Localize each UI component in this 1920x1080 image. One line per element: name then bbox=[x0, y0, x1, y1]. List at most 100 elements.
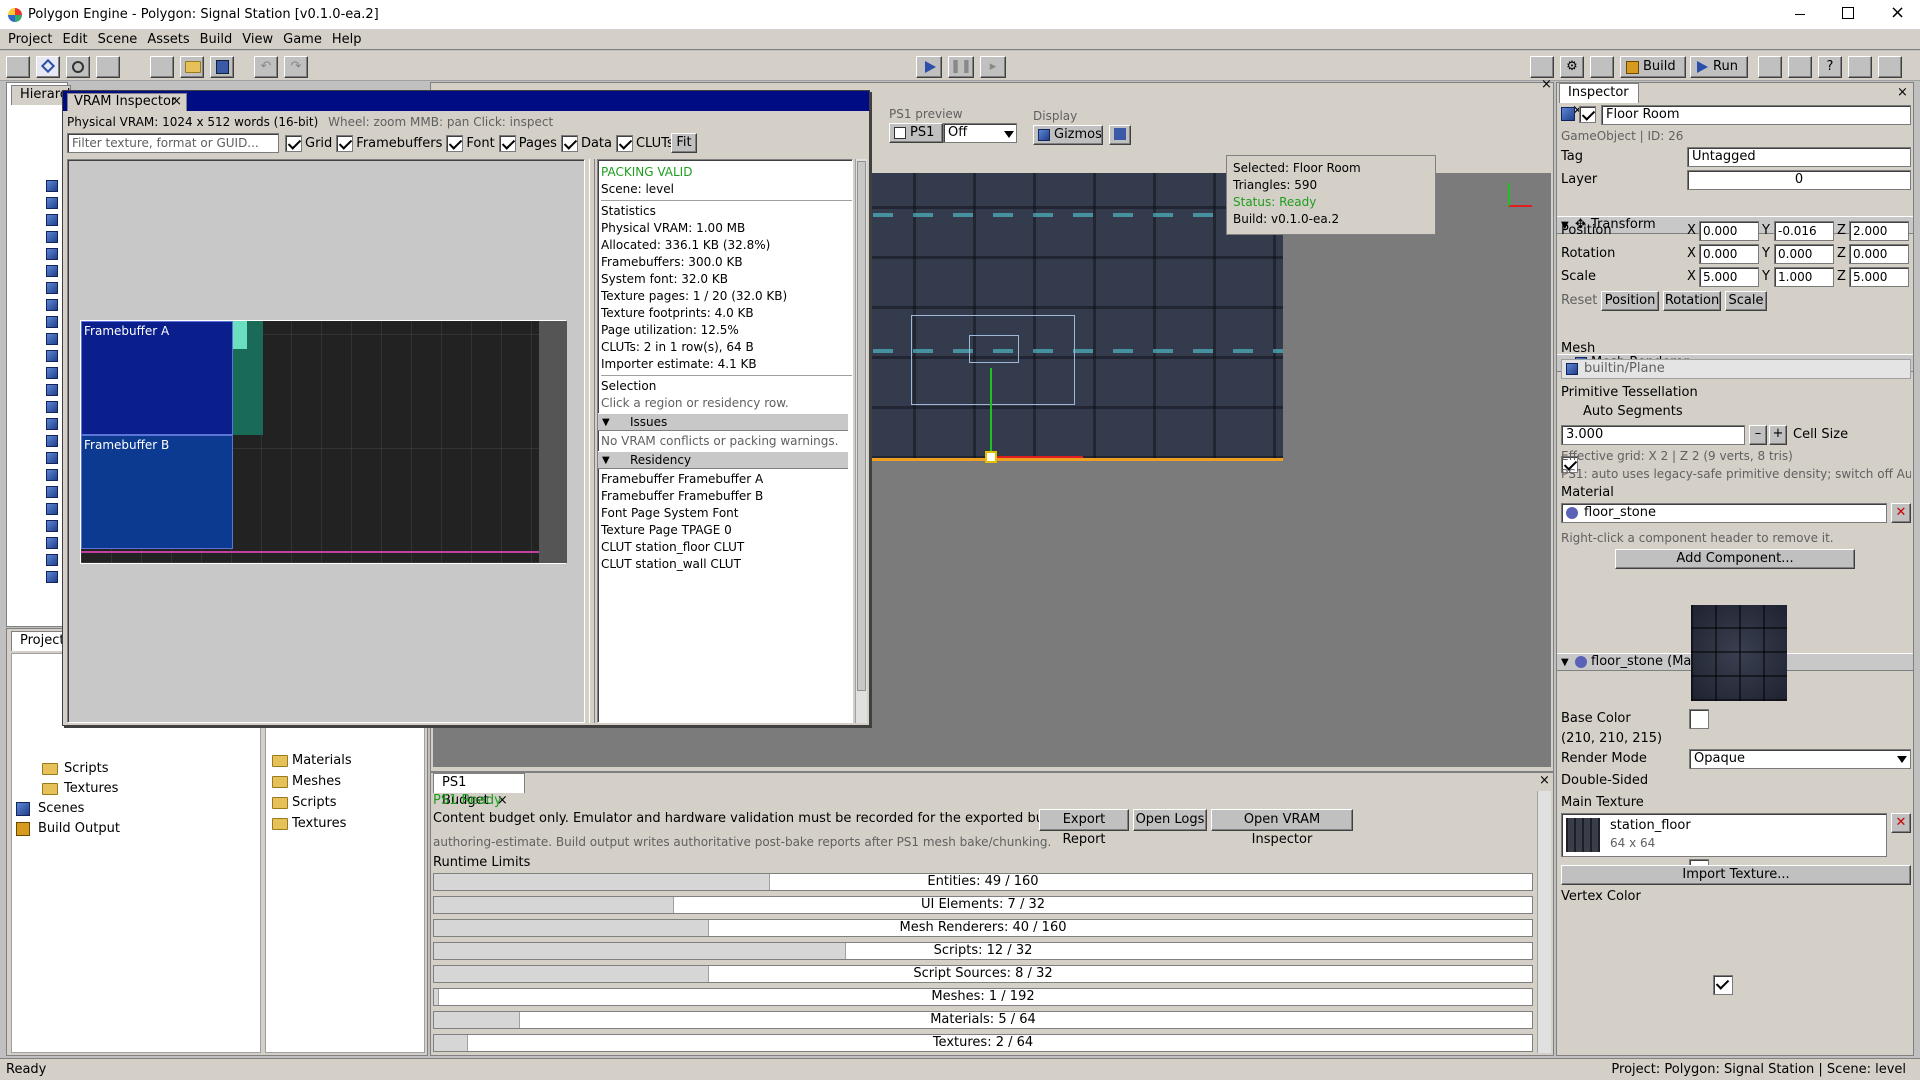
move-gizmo-x-axis[interactable] bbox=[993, 456, 1083, 458]
rotation-y-field[interactable]: 0.000 bbox=[1774, 244, 1834, 264]
project-tree-item-build-output[interactable]: Build Output bbox=[16, 820, 120, 838]
cell-size-input[interactable]: 3.000 bbox=[1561, 425, 1745, 445]
vram-toggle-grid[interactable]: Grid bbox=[285, 134, 332, 152]
vram-title-bar[interactable]: VRAM Inspector × bbox=[63, 91, 869, 111]
vram-toggle-data[interactable]: Data bbox=[560, 134, 612, 152]
scale-y-field[interactable]: 1.000 bbox=[1774, 267, 1834, 287]
project-tree-item-scenes[interactable]: Scenes bbox=[16, 800, 84, 818]
run-button[interactable]: Run bbox=[1690, 56, 1748, 78]
checkbox[interactable] bbox=[498, 134, 516, 152]
vertex-color-checkbox[interactable] bbox=[1713, 975, 1734, 995]
ps1-budget-tab[interactable]: PS1 Budget × bbox=[433, 773, 525, 808]
scale-tool-button[interactable] bbox=[96, 56, 120, 78]
hierarchy-object-icon[interactable] bbox=[46, 486, 58, 498]
render-mode-dropdown[interactable]: Opaque bbox=[1689, 749, 1911, 769]
rotation-z-field[interactable]: 0.000 bbox=[1849, 244, 1909, 264]
menu-item-edit[interactable]: Edit bbox=[62, 32, 87, 47]
position-x-field[interactable]: 0.000 bbox=[1699, 221, 1759, 241]
hierarchy-object-icon[interactable] bbox=[46, 248, 58, 260]
object-name-input[interactable]: Floor Room bbox=[1601, 105, 1911, 125]
base-color-swatch[interactable] bbox=[1689, 709, 1709, 729]
residency-header[interactable]: ▼ Residency bbox=[598, 451, 848, 469]
close-vram-icon[interactable]: × bbox=[171, 94, 182, 110]
hand-tool-button[interactable] bbox=[6, 56, 30, 78]
menu-item-help[interactable]: Help bbox=[332, 32, 362, 47]
menu-item-scene[interactable]: Scene bbox=[98, 32, 138, 47]
maximize-icon[interactable] bbox=[1842, 7, 1854, 19]
layout-button[interactable] bbox=[1878, 56, 1902, 78]
hierarchy-object-icon[interactable] bbox=[46, 231, 58, 243]
folder-item-textures[interactable]: Textures bbox=[272, 815, 346, 833]
vram-fit-button[interactable]: Fit bbox=[671, 133, 697, 153]
hierarchy-object-icon[interactable] bbox=[46, 350, 58, 362]
hierarchy-object-icon[interactable] bbox=[46, 299, 58, 311]
save-view-button[interactable] bbox=[1109, 125, 1131, 145]
step-button[interactable]: ▸ bbox=[980, 56, 1006, 78]
clut-row[interactable] bbox=[81, 551, 565, 553]
hierarchy-object-icon[interactable] bbox=[46, 520, 58, 532]
hierarchy-object-icon[interactable] bbox=[46, 554, 58, 566]
hierarchy-object-icon[interactable] bbox=[46, 384, 58, 396]
vram-canvas[interactable]: Framebuffer A Framebuffer B bbox=[67, 159, 585, 723]
play-button[interactable] bbox=[916, 56, 942, 78]
hierarchy-object-icon[interactable] bbox=[46, 503, 58, 515]
scale-z-field[interactable]: 5.000 bbox=[1849, 267, 1909, 287]
checkbox[interactable] bbox=[560, 134, 578, 152]
vram-filter-input[interactable]: Filter texture, format or GUID... bbox=[67, 133, 279, 153]
layer-field[interactable]: 0 bbox=[1687, 170, 1911, 190]
tag-field[interactable]: Untagged bbox=[1687, 147, 1911, 167]
close-budget-panel-icon[interactable]: × bbox=[1539, 773, 1550, 788]
menu-item-game[interactable]: Game bbox=[283, 32, 322, 47]
remove-material-button[interactable]: ✕ bbox=[1891, 503, 1911, 523]
hierarchy-object-icon[interactable] bbox=[46, 571, 58, 583]
validate-button[interactable] bbox=[1590, 56, 1614, 78]
vram-map[interactable]: Framebuffer A Framebuffer B bbox=[80, 320, 567, 564]
tool-button-a[interactable] bbox=[1758, 56, 1782, 78]
framebuffer-a-region[interactable]: Framebuffer A bbox=[81, 321, 233, 435]
hierarchy-object-icon[interactable] bbox=[46, 197, 58, 209]
rotate-tool-button[interactable] bbox=[66, 56, 90, 78]
menu-item-view[interactable]: View bbox=[242, 32, 273, 47]
residency-row[interactable]: CLUT station_wall CLUT bbox=[601, 556, 852, 573]
folder-item-materials[interactable]: Materials bbox=[272, 752, 352, 770]
position-z-field[interactable]: 2.000 bbox=[1849, 221, 1909, 241]
open-vram-inspector-button[interactable]: Open VRAM Inspector bbox=[1211, 809, 1353, 847]
new-file-button[interactable] bbox=[150, 56, 174, 78]
hierarchy-object-icon[interactable] bbox=[46, 435, 58, 447]
ps1-mode-dropdown[interactable]: Off bbox=[943, 123, 1017, 143]
folder-item-scripts[interactable]: Scripts bbox=[272, 794, 336, 812]
hierarchy-object-icon[interactable] bbox=[46, 452, 58, 464]
hierarchy-object-icon[interactable] bbox=[46, 367, 58, 379]
ps1-toggle-button[interactable]: PS1 bbox=[889, 123, 943, 143]
issues-header[interactable]: ▼ Issues bbox=[598, 413, 848, 431]
move-gizmo-y-axis[interactable] bbox=[990, 368, 992, 456]
tool-button-c[interactable] bbox=[1848, 56, 1872, 78]
move-tool-button[interactable] bbox=[36, 56, 60, 78]
undo-button[interactable]: ↶ bbox=[254, 56, 278, 78]
cell-size-increment-button[interactable]: + bbox=[1769, 425, 1787, 445]
active-checkbox[interactable] bbox=[1579, 106, 1596, 123]
main-texture-field[interactable]: station_floor 64 x 64 bbox=[1561, 813, 1887, 857]
gizmos-toggle-button[interactable]: Gizmos bbox=[1033, 125, 1103, 145]
export-report-button[interactable]: Export Report bbox=[1039, 809, 1129, 847]
vram-toggle-font[interactable]: Font bbox=[446, 134, 495, 152]
residency-row[interactable]: Framebuffer Framebuffer A bbox=[601, 471, 852, 488]
checkbox[interactable] bbox=[446, 134, 464, 152]
move-gizmo-center[interactable] bbox=[985, 451, 997, 463]
remove-texture-button[interactable]: ✕ bbox=[1891, 813, 1911, 833]
hierarchy-object-icon[interactable] bbox=[46, 214, 58, 226]
residency-row[interactable]: Texture Page TPAGE 0 bbox=[601, 522, 852, 539]
residency-row[interactable]: CLUT station_floor CLUT bbox=[601, 539, 852, 556]
hierarchy-object-icon[interactable] bbox=[46, 265, 58, 277]
menu-item-project[interactable]: Project bbox=[8, 32, 52, 47]
help-button[interactable]: ? bbox=[1818, 56, 1842, 78]
hierarchy-object-icon[interactable] bbox=[46, 469, 58, 481]
settings-gear-icon[interactable]: ⚙ bbox=[1560, 56, 1584, 78]
vram-scrollbar[interactable] bbox=[855, 159, 867, 723]
cell-size-decrement-button[interactable]: – bbox=[1749, 425, 1767, 445]
project-tree-item-scripts[interactable]: Scripts bbox=[42, 760, 108, 778]
checkbox[interactable] bbox=[615, 134, 633, 152]
position-y-field[interactable]: -0.016 bbox=[1774, 221, 1834, 241]
redo-button[interactable]: ↷ bbox=[284, 56, 308, 78]
residency-row[interactable]: Framebuffer Framebuffer B bbox=[601, 488, 852, 505]
